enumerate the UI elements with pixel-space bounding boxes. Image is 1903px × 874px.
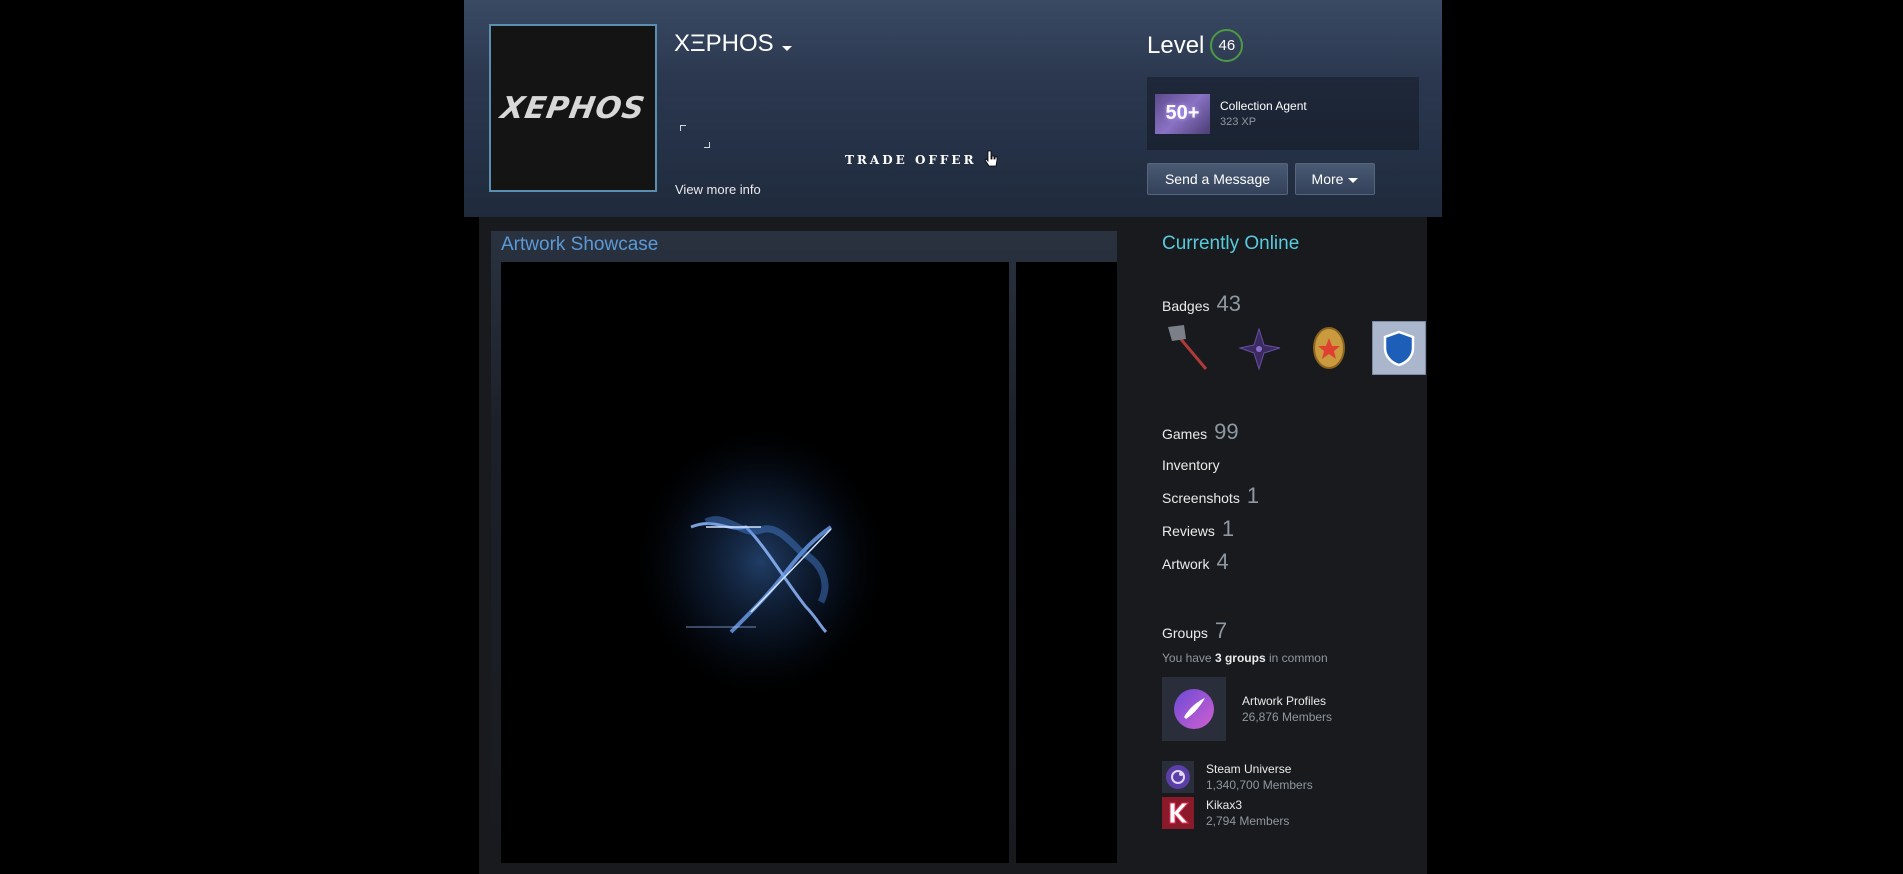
axe-badge-icon[interactable]	[1162, 321, 1216, 375]
screenshots-count: 1	[1246, 483, 1260, 508]
group-item[interactable]: Steam Universe 1,340,700 Members	[1162, 761, 1313, 793]
artwork-link[interactable]: Artwork 4	[1162, 549, 1229, 575]
profile-header: XEPHOS XΞPHOS TRADE OFFER View more info…	[464, 0, 1442, 217]
group-item[interactable]: Kikax3 2,794 Members	[1162, 797, 1289, 829]
group-members: 2,794 Members	[1206, 814, 1290, 828]
groups-link[interactable]: Groups 7	[1162, 618, 1227, 644]
screenshots-link[interactable]: Screenshots 1	[1162, 483, 1259, 509]
avatar-text: XEPHOS	[497, 90, 648, 126]
chevron-down-icon	[781, 45, 792, 51]
artwork-count: 4	[1216, 549, 1229, 574]
inventory-link[interactable]: Inventory	[1162, 457, 1220, 473]
badge-icons-row	[1162, 321, 1426, 375]
more-button[interactable]: More	[1295, 163, 1375, 195]
favorite-badge-xp: 323 XP	[1220, 116, 1257, 128]
badges-label: Badges	[1162, 298, 1210, 314]
corner-bracket-icon	[680, 125, 686, 131]
artwork-side-image[interactable]	[1016, 262, 1117, 863]
persona-name-dropdown[interactable]: XΞPHOS	[674, 30, 792, 58]
artwork-x-glow-icon	[631, 422, 891, 702]
group-name: Artwork Profiles	[1242, 694, 1327, 708]
favorite-badge[interactable]: 50+ Collection Agent 323 XP	[1147, 77, 1419, 150]
groups-label: Groups	[1162, 625, 1208, 641]
level-label: Level	[1147, 31, 1205, 59]
games-count: 99	[1214, 419, 1239, 444]
send-message-button[interactable]: Send a Message	[1147, 163, 1288, 195]
avatar[interactable]: XEPHOS	[489, 24, 657, 192]
level-badge[interactable]: 46	[1210, 29, 1244, 62]
groups-common-prefix: You have	[1162, 651, 1212, 665]
reviews-count: 1	[1221, 516, 1235, 541]
artwork-showcase: Artwork Showcase	[491, 231, 1117, 874]
group-name: Kikax3	[1206, 798, 1243, 812]
groups-count: 7	[1214, 618, 1228, 643]
steam-universe-group-icon	[1162, 761, 1194, 793]
artwork-profiles-group-icon	[1162, 677, 1226, 741]
badges-count: 43	[1216, 291, 1241, 316]
screenshots-label: Screenshots	[1162, 490, 1240, 506]
collection-agent-badge-icon: 50+	[1155, 93, 1210, 134]
favorite-badge-name: Collection Agent	[1220, 99, 1307, 113]
corner-bracket-icon	[704, 142, 710, 148]
level-display: Level 46	[1147, 29, 1244, 62]
artwork-label: Artwork	[1162, 556, 1210, 572]
badges-link[interactable]: Badges 43	[1162, 291, 1241, 317]
hand-cursor-icon	[984, 150, 998, 167]
groups-common-suffix: in common	[1268, 651, 1328, 665]
inventory-label: Inventory	[1162, 457, 1220, 473]
group-members: 26,876 Members	[1242, 710, 1333, 724]
chevron-down-icon	[1348, 177, 1359, 183]
view-more-info-link[interactable]: View more info	[675, 182, 761, 197]
kikax3-group-icon	[1162, 797, 1194, 829]
trade-offer-link[interactable]: TRADE OFFER	[845, 153, 977, 167]
group-item[interactable]: Artwork Profiles 26,876 Members	[1162, 677, 1332, 741]
medal-badge-icon[interactable]	[1302, 321, 1356, 375]
games-label: Games	[1162, 426, 1208, 442]
groups-common-count: 3 groups	[1214, 651, 1266, 665]
groups-in-common: You have 3 groups in common	[1162, 651, 1328, 665]
group-name: Steam Universe	[1206, 762, 1292, 776]
reviews-label: Reviews	[1162, 523, 1215, 539]
games-link[interactable]: Games 99	[1162, 419, 1239, 445]
shield-badge-icon[interactable]	[1372, 321, 1426, 375]
online-status: Currently Online	[1162, 233, 1300, 254]
profile-content: Artwork Showcase Currently Online Badges…	[479, 217, 1427, 874]
persona-name: XΞPHOS	[674, 30, 774, 57]
more-button-label: More	[1311, 171, 1344, 187]
showcase-title: Artwork Showcase	[501, 234, 659, 255]
group-members: 1,340,700 Members	[1206, 778, 1313, 792]
shuriken-badge-icon[interactable]	[1232, 321, 1286, 375]
artwork-main-image[interactable]	[501, 262, 1009, 863]
reviews-link[interactable]: Reviews 1	[1162, 516, 1234, 542]
